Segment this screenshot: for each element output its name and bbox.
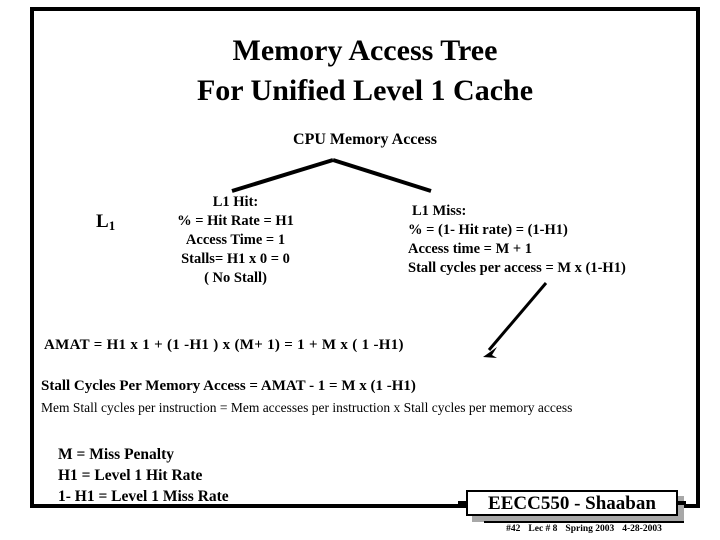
hit-branch-note: ( No Stall)	[204, 270, 267, 286]
mem-stall-cycles-equation: Mem Stall cycles per instruction = Mem a…	[41, 400, 573, 415]
hit-branch-stalls: Stalls= H1 x 0 = 0	[181, 251, 290, 267]
footer-slide-number: #42	[506, 524, 521, 534]
course-badge: EECC550 - Shaaban	[458, 490, 686, 522]
miss-branch-head: L1 Miss:	[412, 203, 467, 219]
footer-divider	[484, 521, 684, 523]
footer-lecture: Lec # 8	[528, 524, 558, 534]
amat-equation: AMAT = H1 x 1 + (1 -H1 ) x (M+ 1) = 1 + …	[44, 337, 404, 353]
hit-branch-head: L1 Hit:	[212, 194, 259, 210]
hit-branch-rate: % = Hit Rate = H1	[177, 213, 294, 229]
footer-term: Spring 2003	[565, 524, 615, 534]
legend-miss-penalty: M = Miss Penalty	[58, 446, 175, 463]
tree-root-label: CPU Memory Access	[293, 131, 437, 148]
badge-left-tab-icon	[458, 501, 466, 505]
miss-branch-rate: % = (1- Hit rate) = (1-H1)	[408, 222, 568, 238]
miss-branch-stall-cycles: Stall cycles per access = M x (1-H1)	[408, 260, 626, 276]
stall-cycles-equation: Stall Cycles Per Memory Access = AMAT - …	[41, 378, 416, 394]
footer-metadata: #42 Lec # 8 Spring 2003 4-28-2003	[484, 524, 684, 534]
legend-hit-rate: H1 = Level 1 Hit Rate	[58, 467, 203, 484]
miss-branch-access-time: Access time = M + 1	[408, 241, 533, 257]
hit-branch-access-time: Access Time = 1	[185, 232, 286, 248]
miss-branch-block: L1 Miss: % = (1- Hit rate) = (1-H1) Acce…	[408, 202, 626, 278]
course-badge-label: EECC550 - Shaaban	[466, 490, 678, 516]
level1-label-subscript: 1	[108, 218, 116, 233]
footer-date: 4-28-2003	[622, 524, 662, 534]
badge-right-tab-icon	[678, 501, 686, 505]
level1-cache-label: L1	[96, 211, 115, 234]
page-title-line1: Memory Access Tree	[232, 34, 498, 67]
page-title-line2: For Unified Level 1 Cache	[196, 74, 534, 107]
slide-canvas: Memory Access Tree For Unified Level 1 C…	[0, 0, 720, 540]
legend-miss-rate: 1- H1 = Level 1 Miss Rate	[58, 488, 229, 505]
hit-branch-block: L1 Hit: % = Hit Rate = H1 Access Time = …	[128, 193, 343, 288]
symbol-legend: M = Miss Penalty H1 = Level 1 Hit Rate 1…	[58, 444, 229, 507]
level1-label-text: L	[96, 211, 109, 232]
